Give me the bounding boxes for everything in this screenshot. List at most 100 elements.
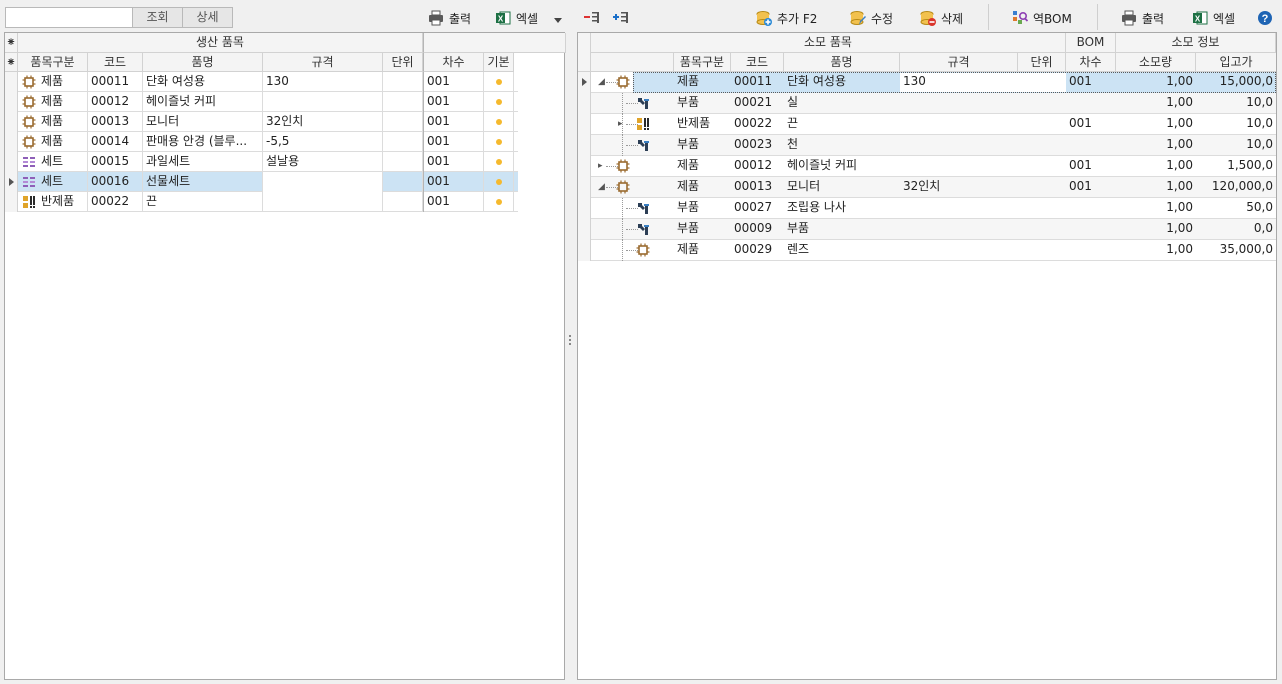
column-header-code[interactable]: 코드 bbox=[88, 53, 143, 72]
row-indicator[interactable] bbox=[5, 132, 18, 152]
cell-unit[interactable] bbox=[383, 112, 423, 132]
table-row[interactable]: 제품 00013 모니터 32인치 001 bbox=[5, 112, 518, 132]
cell-rev[interactable]: 001 bbox=[423, 172, 484, 192]
cell-spec[interactable]: -5,5 bbox=[263, 132, 383, 152]
cell-unit[interactable] bbox=[383, 172, 423, 192]
cell-type[interactable]: 부품 bbox=[674, 135, 731, 156]
expand-button[interactable] bbox=[613, 8, 629, 28]
cell-spec[interactable]: 32인치 bbox=[263, 112, 383, 132]
table-row[interactable]: 세트 00015 과일세트 설날용 001 bbox=[5, 152, 518, 172]
column-header-code[interactable]: 코드 bbox=[731, 53, 784, 72]
cell-unit[interactable] bbox=[1018, 240, 1066, 261]
cell-code[interactable]: 00022 bbox=[731, 114, 784, 135]
cell-name[interactable]: 끈 bbox=[143, 192, 263, 212]
cell-default[interactable] bbox=[484, 112, 514, 132]
row-indicator[interactable] bbox=[5, 92, 18, 112]
cell-unit[interactable] bbox=[1018, 177, 1066, 198]
cell-code[interactable]: 00014 bbox=[88, 132, 143, 152]
cell-spec[interactable]: 130 bbox=[900, 72, 1018, 93]
reverse-bom-button[interactable]: 역BOM bbox=[1012, 8, 1072, 28]
cell-price[interactable]: 10,0 bbox=[1196, 114, 1276, 135]
cell-code[interactable]: 00021 bbox=[731, 93, 784, 114]
cell-qty[interactable]: 1,00 bbox=[1116, 177, 1196, 198]
cell-name[interactable]: 모니터 bbox=[143, 112, 263, 132]
cell-unit[interactable] bbox=[383, 192, 423, 212]
column-header-rev[interactable]: 차수 bbox=[423, 53, 484, 72]
cell-spec[interactable]: 130 bbox=[263, 72, 383, 92]
cell-rev[interactable] bbox=[1066, 135, 1116, 156]
cell-rev[interactable]: 001 bbox=[423, 72, 484, 92]
cell-default[interactable] bbox=[484, 192, 514, 212]
tree-row[interactable]: 부품 00023 천 1,00 10,0 bbox=[578, 135, 1276, 156]
cell-unit[interactable] bbox=[1018, 114, 1066, 135]
cell-code[interactable]: 00011 bbox=[731, 72, 784, 93]
cell-rev[interactable]: 001 bbox=[1066, 177, 1116, 198]
cell-code[interactable]: 00009 bbox=[731, 219, 784, 240]
row-indicator[interactable] bbox=[578, 177, 591, 198]
cell-spec[interactable]: 32인치 bbox=[900, 177, 1018, 198]
cell-unit[interactable] bbox=[1018, 93, 1066, 114]
cell-code[interactable]: 00015 bbox=[88, 152, 143, 172]
cell-spec[interactable] bbox=[900, 93, 1018, 114]
cell-qty[interactable]: 1,00 bbox=[1116, 156, 1196, 177]
cell-name[interactable]: 단화 여성용 bbox=[784, 72, 900, 93]
cell-qty[interactable]: 1,00 bbox=[1116, 135, 1196, 156]
cell-unit[interactable] bbox=[1018, 198, 1066, 219]
cell-name[interactable]: 렌즈 bbox=[784, 240, 900, 261]
cell-code[interactable]: 00022 bbox=[88, 192, 143, 212]
cell-unit[interactable] bbox=[383, 152, 423, 172]
collapse-button[interactable] bbox=[584, 8, 600, 28]
cell-price[interactable]: 50,0 bbox=[1196, 198, 1276, 219]
cell-type[interactable]: 부품 bbox=[674, 198, 731, 219]
cell-price[interactable]: 35,000,0 bbox=[1196, 240, 1276, 261]
row-indicator[interactable] bbox=[578, 93, 591, 114]
cell-code[interactable]: 00027 bbox=[731, 198, 784, 219]
cell-spec[interactable] bbox=[263, 92, 383, 112]
cell-default[interactable] bbox=[484, 132, 514, 152]
cell-code[interactable]: 00013 bbox=[88, 112, 143, 132]
cell-spec[interactable] bbox=[900, 240, 1018, 261]
cell-type[interactable]: 제품 bbox=[18, 92, 88, 112]
cell-rev[interactable]: 001 bbox=[423, 152, 484, 172]
column-header-default[interactable]: 기본 bbox=[484, 53, 514, 72]
collapsed-node-icon[interactable]: ▸ bbox=[598, 160, 603, 172]
cell-type[interactable]: 제품 bbox=[18, 72, 88, 92]
panel-splitter[interactable] bbox=[569, 333, 572, 349]
cell-rev[interactable] bbox=[1066, 219, 1116, 240]
table-row[interactable]: 세트 00016 선물세트 001 bbox=[5, 172, 518, 192]
cell-unit[interactable] bbox=[383, 72, 423, 92]
excel-button-left[interactable]: X 엑셀 bbox=[495, 8, 538, 28]
cell-name[interactable]: 천 bbox=[784, 135, 900, 156]
cell-name[interactable]: 과일세트 bbox=[143, 152, 263, 172]
row-indicator[interactable] bbox=[578, 114, 591, 135]
cell-rev[interactable]: 001 bbox=[1066, 156, 1116, 177]
excel-dropdown-button[interactable] bbox=[554, 9, 562, 29]
cell-spec[interactable] bbox=[900, 156, 1018, 177]
cell-spec[interactable] bbox=[263, 172, 383, 192]
cell-name[interactable]: 헤이즐넛 커피 bbox=[784, 156, 900, 177]
cell-type[interactable]: 세트 bbox=[18, 172, 88, 192]
cell-price[interactable]: 0,0 bbox=[1196, 219, 1276, 240]
cell-rev[interactable]: 001 bbox=[423, 132, 484, 152]
column-header-type[interactable]: 품목구분 bbox=[18, 53, 88, 72]
cell-qty[interactable]: 1,00 bbox=[1116, 198, 1196, 219]
cell-unit[interactable] bbox=[383, 92, 423, 112]
column-header-type[interactable]: 품목구분 bbox=[674, 53, 731, 72]
help-button[interactable]: ? bbox=[1257, 8, 1273, 28]
cell-qty[interactable]: 1,00 bbox=[1116, 114, 1196, 135]
cell-name[interactable]: 선물세트 bbox=[143, 172, 263, 192]
detail-button[interactable]: 상세 bbox=[182, 7, 233, 28]
cell-spec[interactable]: 설날용 bbox=[263, 152, 383, 172]
cell-name[interactable]: 실 bbox=[784, 93, 900, 114]
cell-name[interactable]: 모니터 bbox=[784, 177, 900, 198]
cell-type[interactable]: 부품 bbox=[674, 219, 731, 240]
tree-row[interactable]: ◢ 제품 00011 단화 여성용 130 001 1,00 15,000,0 bbox=[578, 72, 1276, 93]
cell-type[interactable]: 부품 bbox=[674, 93, 731, 114]
cell-rev[interactable]: 001 bbox=[423, 92, 484, 112]
cell-default[interactable] bbox=[484, 172, 514, 192]
cell-rev[interactable] bbox=[1066, 198, 1116, 219]
cell-price[interactable]: 1,500,0 bbox=[1196, 156, 1276, 177]
cell-qty[interactable]: 1,00 bbox=[1116, 93, 1196, 114]
tree-row[interactable]: 부품 00021 실 1,00 10,0 bbox=[578, 93, 1276, 114]
cell-code[interactable]: 00029 bbox=[731, 240, 784, 261]
